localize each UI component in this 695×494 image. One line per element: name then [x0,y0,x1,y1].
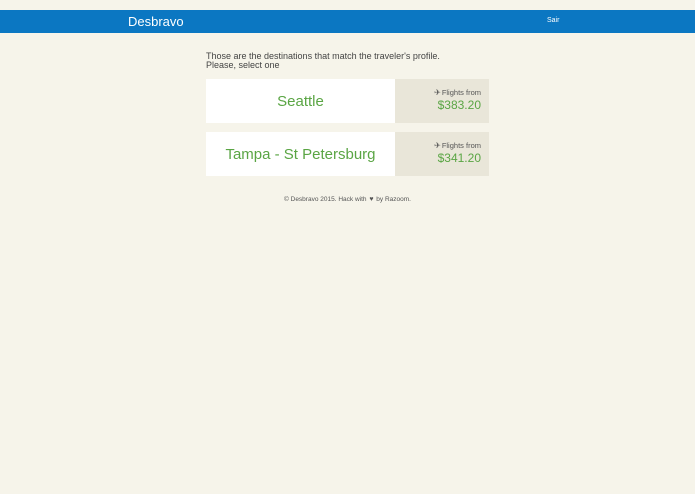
top-navbar: Desbravo Sair [0,10,695,33]
brand-logo-link[interactable]: Desbravo [128,13,184,30]
footer: © Desbravo 2015. Hack with ♥ by Razoom. [0,195,695,204]
flight-price: $383.20 [437,98,481,112]
plane-icon: ✈ [434,88,441,97]
price-box[interactable]: ✈Flights from $383.20 [395,79,489,123]
destination-card-seattle[interactable]: Seattle ✈Flights from $383.20 [206,79,489,123]
flights-from-label: Flights from [441,141,481,150]
heart-icon: ♥ [369,196,374,203]
destination-name: Tampa - St Petersburg [225,145,376,163]
destination-card-tampa[interactable]: Tampa - St Petersburg ✈Flights from $341… [206,132,489,176]
plane-icon: ✈ [434,141,441,150]
destination-name: Seattle [277,92,324,110]
intro-line-2: Please, select one [206,60,280,70]
flight-price: $341.20 [437,151,481,165]
price-box[interactable]: ✈Flights from $341.20 [395,132,489,176]
destination-name-box[interactable]: Tampa - St Petersburg [206,132,395,176]
footer-copyright: © Desbravo 2015. Hack with [284,196,367,203]
destination-name-box[interactable]: Seattle [206,79,395,123]
flights-from-label: Flights from [441,88,481,97]
intro-text: Those are the destinations that match th… [206,52,496,70]
footer-credit: by Razoom. [376,196,411,203]
logout-link[interactable]: Sair [547,16,559,26]
